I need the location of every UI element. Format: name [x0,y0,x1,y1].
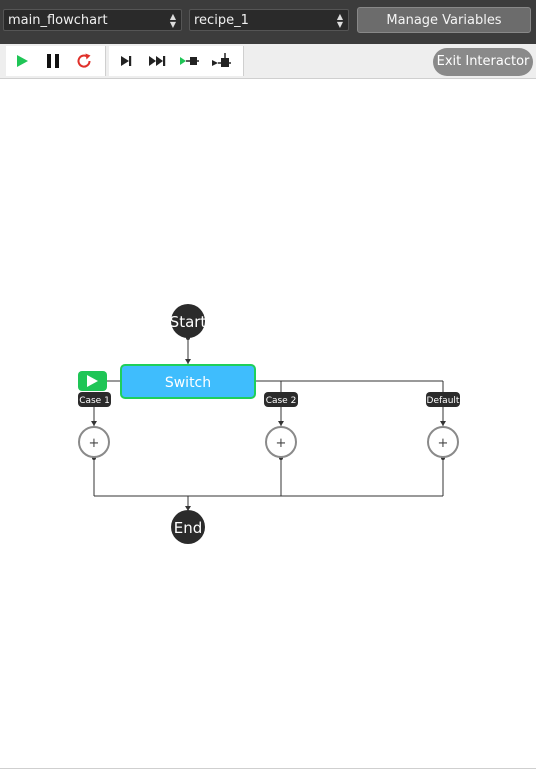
plus-icon: + [276,436,287,451]
svg-text:Default: Default [427,396,460,406]
connector-arrowheads [91,336,446,511]
case-2-label: Case 2 [264,392,298,407]
switch-node[interactable]: Switch [120,364,256,399]
end-node-label: End [174,519,203,537]
add-node-case-1[interactable]: + [78,426,110,458]
switch-node-label: Switch [165,375,211,391]
bottom-divider [0,768,536,769]
default-label: Default [426,392,460,407]
connector-lines [93,338,444,511]
plus-icon: + [438,436,449,451]
active-node-badge [78,371,107,391]
add-node-case-2[interactable]: + [265,426,297,458]
flowchart-canvas: Start Switch Case 1 Case 2 Default + + + [78,304,460,544]
svg-text:Case 2: Case 2 [266,396,297,406]
add-node-default[interactable]: + [427,426,459,458]
case-1-label: Case 1 [78,392,111,407]
start-node-label: Start [170,313,207,331]
plus-icon: + [89,436,100,451]
start-node[interactable]: Start [170,304,207,338]
svg-text:Case 1: Case 1 [79,396,110,406]
end-node[interactable]: End [171,510,205,544]
